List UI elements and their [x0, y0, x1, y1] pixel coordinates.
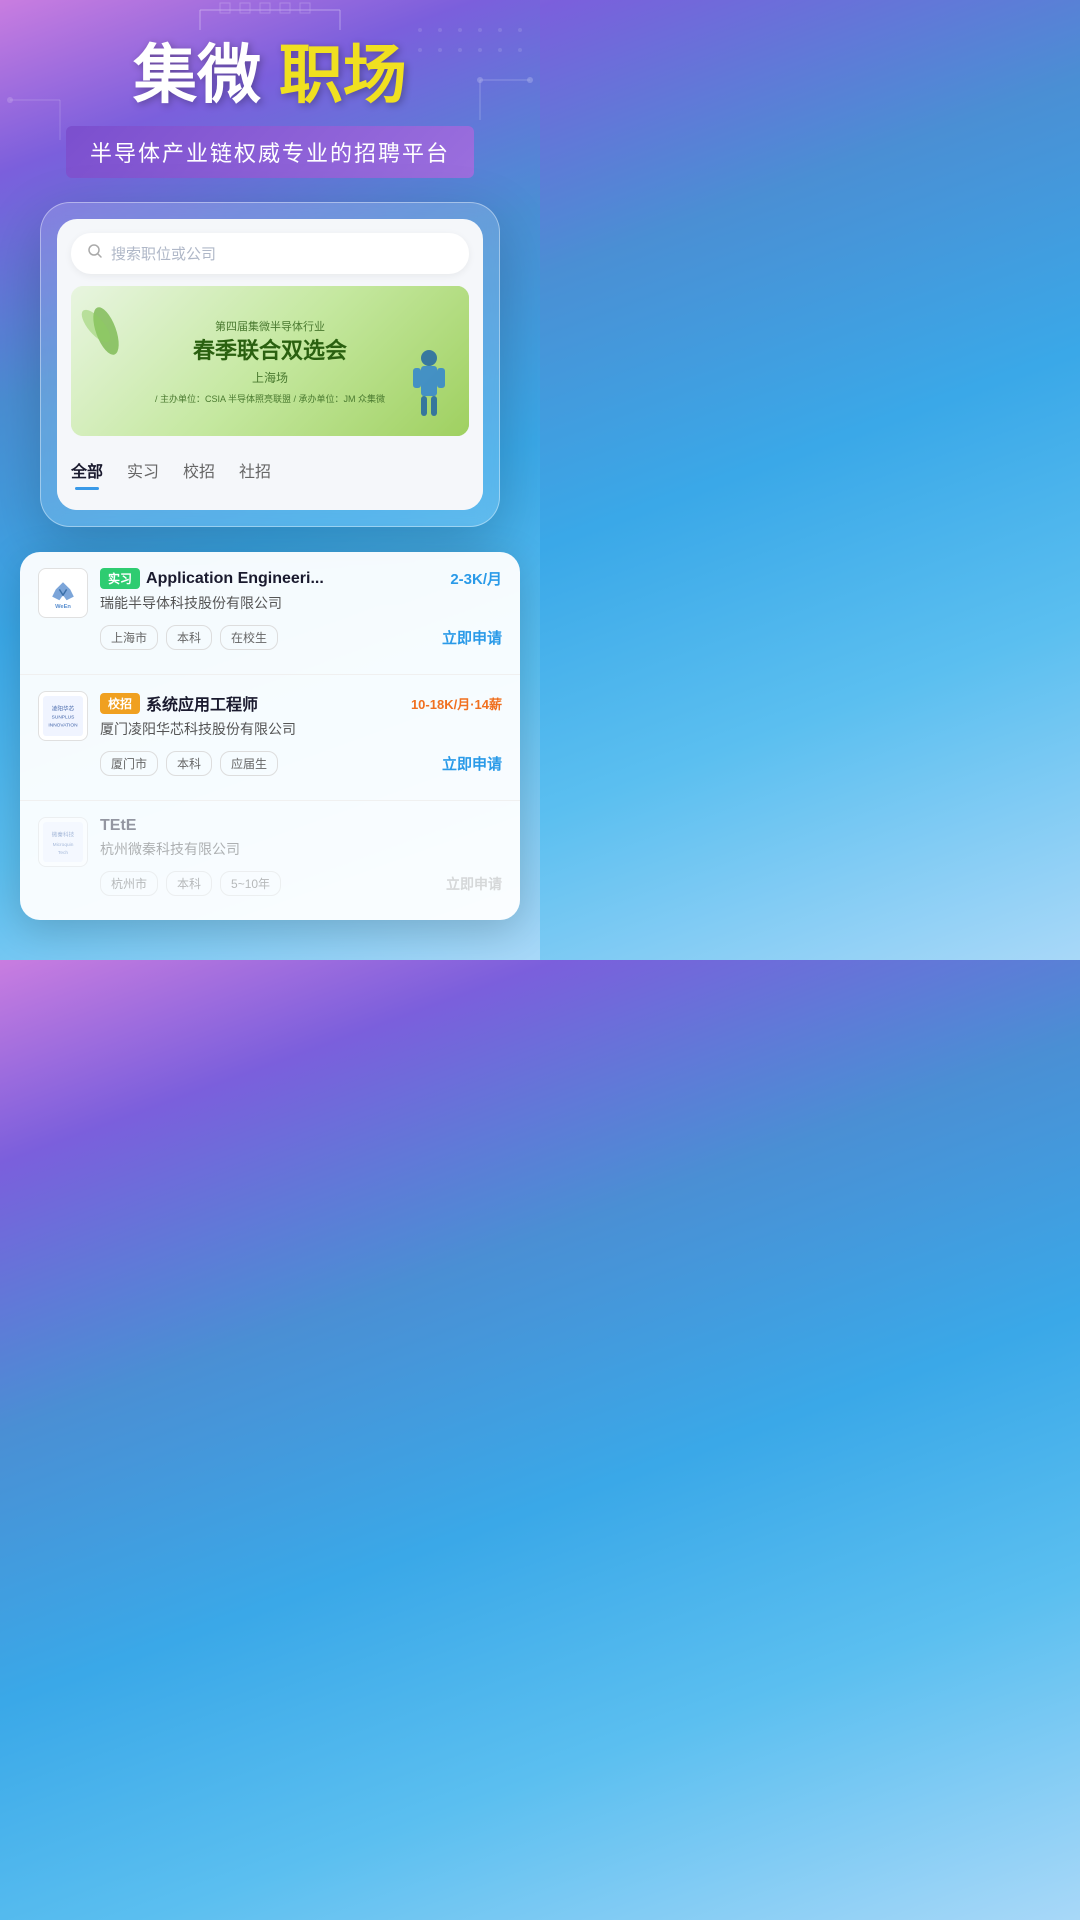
- search-bar[interactable]: 搜索职位或公司: [71, 233, 469, 274]
- svg-text:SUNPLUS: SUNPLUS: [52, 714, 75, 720]
- svg-text:Microquin: Microquin: [53, 842, 74, 848]
- tag-status-1: 在校生: [220, 625, 278, 650]
- tag-city-1: 上海市: [100, 625, 158, 650]
- tab-campus[interactable]: 校招: [183, 458, 215, 490]
- tag-edu-1: 本科: [166, 625, 212, 650]
- svg-text:INNOVATION: INNOVATION: [48, 722, 78, 728]
- hero-title-yellow: 职场: [279, 39, 407, 111]
- company-logo-1: WeEn: [38, 568, 88, 618]
- company-name-1: 瑞能半导体科技股份有限公司: [100, 593, 502, 613]
- salary-2: 10-18K/月·14薪: [411, 694, 502, 713]
- job-title-1: Application Engineeri...: [146, 570, 444, 588]
- tab-internship[interactable]: 实习: [127, 458, 159, 490]
- job-cards-container: WeEn 实习 Application Engineeri... 2-3K/月 …: [20, 552, 520, 920]
- tag-city-3: 杭州市: [100, 871, 158, 896]
- search-icon: [87, 243, 103, 264]
- banner-event-label: 第四届集微半导体行业: [155, 318, 385, 334]
- badge-campus-2: 校招: [100, 693, 140, 714]
- card-1-tags: 上海市 本科 在校生 立即申请: [100, 625, 502, 650]
- company-name-2: 厦门凌阳华芯科技股份有限公司: [100, 719, 502, 739]
- hero-section: 集微 职场 半导体产业链权威专业的招聘平台 搜索职位或公司: [0, 0, 540, 547]
- job-title-2: 系统应用工程师: [146, 691, 405, 715]
- tag-status-2: 应届生: [220, 751, 278, 776]
- tag-city-2: 厦门市: [100, 751, 158, 776]
- svg-text:WeEn: WeEn: [55, 604, 71, 610]
- main-container: 集微 职场 半导体产业链权威专业的招聘平台 搜索职位或公司: [0, 0, 540, 960]
- job-card-1[interactable]: WeEn 实习 Application Engineeri... 2-3K/月 …: [20, 552, 520, 675]
- company-logo-2: 凌阳华芯 SUNPLUS INNOVATION: [38, 691, 88, 741]
- banner: 第四届集微半导体行业 春季联合双选会 上海场 / 主办单位：CSIA 半导体照亮…: [71, 286, 469, 436]
- phone-mockup: 搜索职位或公司 第四届集微半导体行业 春季联合双: [40, 202, 500, 527]
- hero-subtitle: 半导体产业链权威专业的招聘平台: [90, 141, 450, 166]
- job-title-3: TEtE: [100, 817, 502, 835]
- card-1-title-line: 实习 Application Engineeri... 2-3K/月: [100, 568, 502, 589]
- card-2-tags: 厦门市 本科 应届生 立即申请: [100, 751, 502, 776]
- tag-edu-3: 本科: [166, 871, 212, 896]
- company-name-3: 杭州微秦科技有限公司: [100, 839, 502, 859]
- badge-internship-1: 实习: [100, 568, 140, 589]
- apply-button-1[interactable]: 立即申请: [442, 627, 502, 648]
- tab-all[interactable]: 全部: [71, 458, 103, 490]
- tab-social[interactable]: 社招: [239, 458, 271, 490]
- card-2-title-line: 校招 系统应用工程师 10-18K/月·14薪: [100, 691, 502, 715]
- company-logo-3: 微秦科技 Microquin Tech: [38, 817, 88, 867]
- tag-exp-3: 5~10年: [220, 871, 281, 896]
- banner-title: 春季联合双选会: [155, 338, 385, 364]
- hero-title-white: 集微: [133, 39, 261, 111]
- card-3-title-line: TEtE: [100, 817, 502, 835]
- tag-edu-2: 本科: [166, 751, 212, 776]
- tabs-row: 全部 实习 校招 社招: [57, 448, 483, 490]
- apply-button-2[interactable]: 立即申请: [442, 753, 502, 774]
- apply-button-3[interactable]: 立即申请: [446, 874, 502, 894]
- job-card-3[interactable]: 微秦科技 Microquin Tech TEtE 杭州微秦科技有限公司 杭州市 …: [20, 801, 520, 920]
- svg-text:Tech: Tech: [58, 850, 68, 856]
- salary-1: 2-3K/月: [450, 568, 502, 589]
- search-placeholder: 搜索职位或公司: [111, 243, 216, 264]
- hero-subtitle-wrap: 半导体产业链权威专业的招聘平台: [66, 126, 474, 178]
- hero-title: 集微 职场: [20, 40, 520, 110]
- banner-logos: / 主办单位：CSIA 半导体照亮联盟 / 承办单位：JM 众集微: [155, 392, 385, 405]
- banner-location: 上海场: [155, 369, 385, 386]
- job-card-2[interactable]: 凌阳华芯 SUNPLUS INNOVATION 校招 系统应用工程师 10-18…: [20, 675, 520, 801]
- card-3-tags: 杭州市 本科 5~10年 立即申请: [100, 871, 502, 896]
- phone-inner: 搜索职位或公司 第四届集微半导体行业 春季联合双: [57, 219, 483, 510]
